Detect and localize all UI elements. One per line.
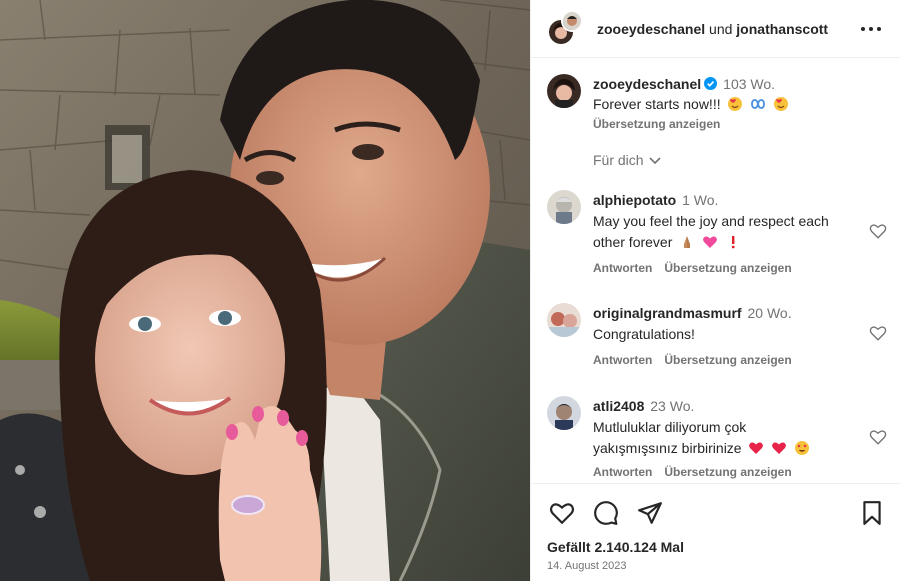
comment-body: originalgrandmasmurf 20 Wo. Congratulati… [593, 303, 861, 367]
post-date[interactable]: 14. August 2023 [547, 560, 627, 572]
caption-translate-link[interactable]: Übersetzung anzeigen [593, 117, 861, 131]
comment-item: alphiepotato 1 Wo. May you feel the joy … [547, 190, 887, 280]
comment-text-row: yakışmışsınız birbirinize [593, 438, 861, 459]
bookmark-save-icon[interactable] [859, 500, 885, 526]
comment-time[interactable]: 1 Wo. [682, 192, 718, 208]
comment-body: alphiepotato 1 Wo. May you feel the joy … [593, 190, 861, 275]
comment-text: Congratulations! [593, 326, 695, 342]
red-heart-icon [772, 442, 787, 454]
author-username-1[interactable]: zooeydeschanel [597, 21, 705, 37]
comment-username[interactable]: atli2408 [593, 398, 644, 414]
infinity-icon [751, 99, 766, 109]
post-actions-bar: Gefällt 2.140.124 Mal 14. August 2023 [531, 483, 900, 581]
caption-text-row: Forever starts now!!! [593, 94, 861, 115]
verified-badge-icon [704, 77, 718, 90]
comment-sort-dropdown[interactable]: Für dich [593, 152, 662, 168]
comment-meta: Antworten Übersetzung anzeigen [593, 261, 861, 275]
caption-text: Forever starts now!!! [593, 96, 721, 112]
reply-button[interactable]: Antworten [593, 465, 652, 479]
more-dot-icon [869, 27, 873, 31]
like-comment-heart-icon[interactable] [869, 428, 887, 446]
more-options-button[interactable] [861, 19, 881, 39]
reply-button[interactable]: Antworten [593, 261, 652, 275]
comment-meta: Antworten Übersetzung anzeigen [593, 465, 861, 479]
like-comment-heart-icon[interactable] [869, 222, 887, 240]
likes-count[interactable]: Gefällt 2.140.124 Mal [547, 539, 684, 555]
author-username-2[interactable]: jonathanscott [736, 21, 828, 37]
comment-meta: Antworten Übersetzung anzeigen [593, 353, 861, 367]
like-heart-icon[interactable] [549, 500, 575, 526]
comment-item: atli2408 23 Wo. Mutluluklar diliyorum ço… [547, 396, 887, 483]
post-header: zooeydeschanel und jonathanscott [531, 0, 900, 58]
caption-body: zooeydeschanel 103 Wo. Forever starts now… [593, 74, 861, 131]
avatar-jonathanscott[interactable] [561, 9, 583, 32]
caption-item: zooeydeschanel 103 Wo. Forever starts now… [547, 74, 887, 144]
heart-face-icon [774, 97, 789, 111]
like-comment-heart-icon[interactable] [869, 324, 887, 342]
translate-link[interactable]: Übersetzung anzeigen [664, 353, 791, 367]
translate-link[interactable]: Übersetzung anzeigen [664, 465, 791, 479]
avatar-atli2408[interactable] [547, 396, 581, 430]
comment-text-line-1: Mutluluklar diliyorum çok [593, 419, 747, 435]
heart-face-icon [728, 97, 743, 111]
share-send-icon[interactable] [637, 500, 663, 526]
couple-photo-image [0, 0, 530, 581]
comment-text-row: May you feel the joy and respect each ot… [593, 211, 861, 253]
comment-time[interactable]: 20 Wo. [747, 305, 791, 321]
comments-list[interactable]: zooeydeschanel 103 Wo. Forever starts now… [531, 58, 900, 483]
reply-button[interactable]: Antworten [593, 353, 652, 367]
pink-heart-icon [703, 236, 718, 248]
avatar-alphiepotato[interactable] [547, 190, 581, 224]
comment-text-line-2: yakışmışsınız birbirinize [593, 440, 742, 456]
author-joiner: und [709, 20, 733, 37]
translate-link[interactable]: Übersetzung anzeigen [664, 261, 791, 275]
sort-label: Für dich [593, 152, 644, 168]
more-dot-icon [877, 27, 881, 31]
exclamation-icon [731, 236, 735, 249]
comment-body: atli2408 23 Wo. Mutluluklar diliyorum ço… [593, 396, 861, 479]
comment-time[interactable]: 23 Wo. [650, 398, 694, 414]
chevron-down-icon [649, 157, 661, 165]
collab-avatars[interactable] [547, 9, 585, 48]
avatar-originalgrandmasmurf[interactable] [547, 303, 581, 337]
comment-username[interactable]: alphiepotato [593, 192, 676, 208]
comment-item: originalgrandmasmurf 20 Wo. Congratulati… [547, 303, 887, 373]
post-photo[interactable] [0, 0, 530, 581]
caption-time[interactable]: 103 Wo. [723, 76, 775, 92]
more-dot-icon [861, 27, 865, 31]
red-heart-icon [749, 442, 764, 454]
praying-hands-icon [684, 236, 691, 248]
heart-eyes-icon [795, 441, 810, 455]
comment-username[interactable]: originalgrandmasmurf [593, 305, 742, 321]
caption-username[interactable]: zooeydeschanel [593, 76, 701, 92]
post-side-panel: zooeydeschanel und jonathanscott zooeyde… [530, 0, 900, 581]
comment-bubble-icon[interactable] [593, 500, 619, 526]
avatar-zooeydeschanel[interactable] [547, 74, 581, 108]
post-author-names: zooeydeschanel und jonathanscott [597, 20, 828, 38]
